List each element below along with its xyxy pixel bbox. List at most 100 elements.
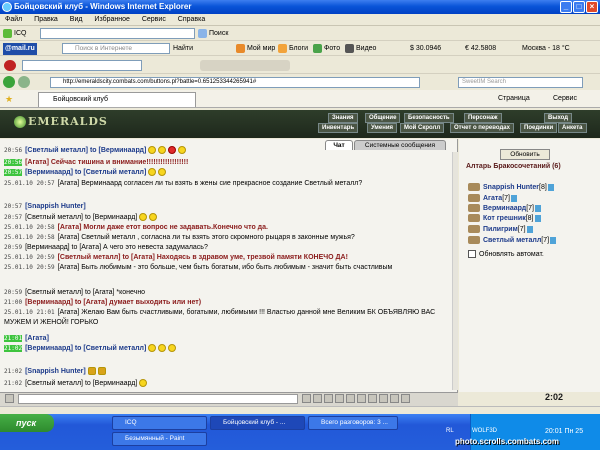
chat-panel: Чат Системные сообщения 20:56 [Светлый ме… <box>0 139 458 392</box>
tray-label: WOLF3D <box>472 428 498 434</box>
menu-favorites[interactable]: Избранное <box>89 14 134 26</box>
chat-clear-button[interactable] <box>5 394 14 403</box>
tab-fight-club[interactable]: Бойцовский клуб <box>38 92 196 107</box>
icq-search-input[interactable] <box>40 28 195 39</box>
chat-input[interactable] <box>18 394 298 404</box>
clan-icon <box>468 214 480 223</box>
task-icq[interactable]: ICQ <box>112 416 207 430</box>
nav-transfer-report[interactable]: Отчет о переводах <box>450 123 514 133</box>
page-menu[interactable]: Страница <box>498 93 530 105</box>
chat-scrollbar[interactable] <box>452 152 458 390</box>
icq-toolbar: ICQ Поиск <box>0 27 600 41</box>
my-world-link[interactable]: Мой мир <box>236 43 275 55</box>
menu-tools[interactable]: Сервис <box>137 14 171 26</box>
nav-security[interactable]: Безопасность <box>404 113 454 123</box>
menu-file[interactable]: Файл <box>0 14 27 26</box>
help-button[interactable] <box>390 394 399 403</box>
find-button[interactable]: Найти <box>173 43 193 55</box>
auto-refresh-checkbox[interactable]: Обновлять автомат. <box>468 250 544 259</box>
log-button[interactable] <box>379 394 388 403</box>
nav-knowledge[interactable]: Знания <box>328 113 358 123</box>
nav-duels[interactable]: Поединки <box>520 123 558 133</box>
chat-line: 20:59 [Верминаард] to [Агата] А чего это … <box>4 244 208 251</box>
chat-line: 20:57 [Верминаард] to [Светлый металл] <box>4 168 454 178</box>
internet-search-input[interactable]: Поиск в Интернете <box>62 43 170 54</box>
color-button[interactable] <box>346 394 355 403</box>
logo-text: EMERALDS <box>28 115 108 128</box>
nav-exit[interactable]: Выход <box>544 113 573 123</box>
send-button[interactable] <box>302 394 311 403</box>
smiley-icon <box>148 146 157 155</box>
maximize-button[interactable]: □ <box>573 1 585 13</box>
clan-icon <box>468 204 480 213</box>
minimize-button[interactable]: _ <box>560 1 572 13</box>
nav-my-scroll[interactable]: Мой Скролл <box>400 123 445 133</box>
addon-icon[interactable] <box>4 60 16 71</box>
sweetim-search-input[interactable]: SweetIM Search <box>458 77 583 88</box>
nav-inventory[interactable]: Инвентарь <box>318 123 359 133</box>
video-link[interactable]: Видео <box>345 43 376 55</box>
tools-menu[interactable]: Сервис <box>553 93 577 105</box>
refresh-button[interactable]: Обновить <box>500 149 550 160</box>
player-row: Верминаард[7] <box>468 204 541 213</box>
nav-character[interactable]: Персонаж <box>464 113 502 123</box>
nav-communication[interactable]: Общение <box>365 113 401 123</box>
menu-help[interactable]: Справка <box>173 14 210 26</box>
info-icon[interactable] <box>526 225 533 233</box>
bug-icon <box>97 367 106 376</box>
search-button[interactable]: Поиск <box>198 28 228 40</box>
settings-button[interactable] <box>357 394 366 403</box>
search-label: Поиск <box>209 30 229 37</box>
smiley-toolbar[interactable] <box>200 60 290 71</box>
usd-rate: $ 30.0946 <box>410 45 442 52</box>
addon-input[interactable] <box>22 60 142 71</box>
game-clock: 2:02 <box>545 392 564 402</box>
photo-link[interactable]: Фото <box>313 43 340 55</box>
blogs-label: Блоги <box>289 45 309 52</box>
back-icon[interactable] <box>3 76 15 88</box>
auto-refresh-label: Обновлять автомат. <box>479 251 544 258</box>
menu-bar: Файл Правка Вид Избранное Сервис Справка <box>0 14 600 26</box>
checkbox-box[interactable] <box>468 250 476 259</box>
close-button[interactable]: × <box>586 1 598 13</box>
chat-line: 21:00 [Верминаард] to [Агата] думает выхо… <box>4 299 202 306</box>
blogs-link[interactable]: Блоги <box>278 43 308 55</box>
heart-icon <box>168 146 177 155</box>
menu-edit[interactable]: Правка <box>29 14 63 26</box>
favorites-star-icon[interactable]: ★ <box>5 94 13 105</box>
player-row: Snappish Hunter[8] <box>468 183 554 192</box>
player-row: Агата[7] <box>468 194 517 203</box>
info-icon[interactable] <box>550 236 557 244</box>
sound-button[interactable] <box>368 394 377 403</box>
info-icon[interactable] <box>534 214 541 222</box>
smiley-icon <box>158 168 167 177</box>
mailru-logo[interactable]: @mail.ru <box>3 43 37 55</box>
task-fight-club[interactable]: Бойцовский клуб - ... <box>210 416 305 430</box>
forward-icon[interactable] <box>18 76 30 88</box>
smiley-button[interactable] <box>313 394 322 403</box>
menu-view[interactable]: Вид <box>65 14 88 26</box>
address-input[interactable]: http://emeraldscity.combats.com/buttons.… <box>50 77 420 88</box>
chat-line: 20:56 [Агата] Сейчас тишина и внимание!!!… <box>4 159 189 166</box>
translit-button[interactable] <box>335 394 344 403</box>
language-indicator[interactable]: RL <box>446 428 454 434</box>
task-paint[interactable]: Безымянный - Paint <box>112 432 207 446</box>
info-icon[interactable] <box>534 204 541 212</box>
task-conversations[interactable]: Всего разговоров: 3 ... <box>308 416 398 430</box>
tray-clock[interactable]: 20:01 Пн 25 <box>545 428 583 435</box>
info-icon[interactable] <box>547 183 554 191</box>
filter-button[interactable] <box>324 394 333 403</box>
nav-skills[interactable]: Умения <box>367 123 398 133</box>
smiley-icon <box>149 213 158 222</box>
quit-button[interactable] <box>401 394 410 403</box>
icq-button[interactable]: ICQ <box>3 28 26 40</box>
info-icon[interactable] <box>510 194 517 202</box>
start-button[interactable]: пуск <box>0 414 54 432</box>
video-label: Видео <box>356 45 377 52</box>
chat-line: 21:01 [Агата] <box>4 335 49 342</box>
chat-line: 20:56 [Светлый металл] to [Верминаард] <box>4 146 454 156</box>
smiley-icon <box>158 146 167 155</box>
chat-line: 21:02 [Snappish Hunter] <box>4 367 454 377</box>
chat-line: 20:57 [Snappish Hunter] <box>4 203 86 210</box>
nav-profile[interactable]: Анкета <box>558 123 587 133</box>
